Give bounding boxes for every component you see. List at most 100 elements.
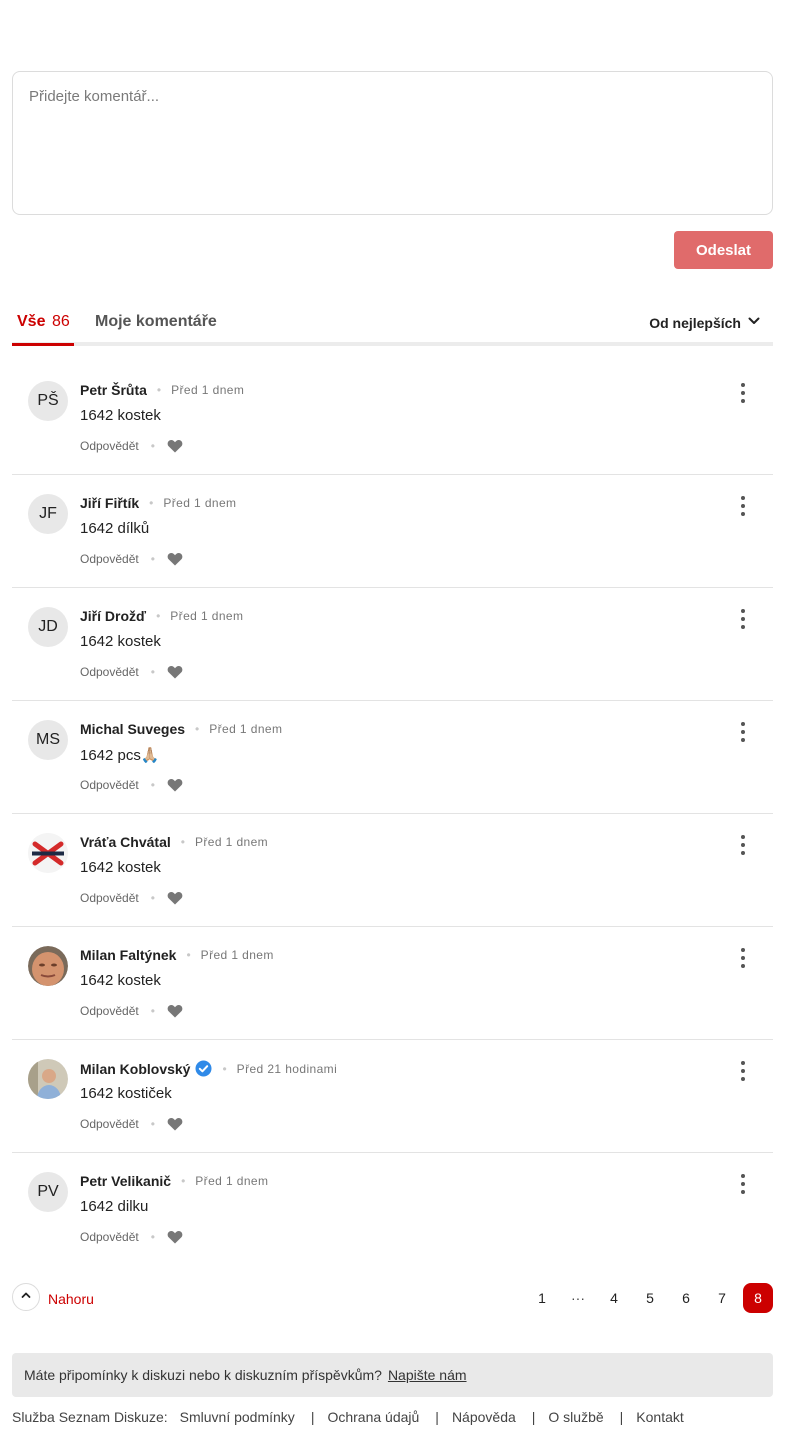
comment-time: Před 1 dnem xyxy=(209,722,283,736)
avatar-image xyxy=(28,1059,68,1099)
reply-button[interactable]: Odpovědět xyxy=(80,665,139,679)
reply-button[interactable]: Odpovědět xyxy=(80,552,139,566)
tab-my-comments[interactable]: Moje komentáře xyxy=(95,313,217,331)
reply-button[interactable]: Odpovědět xyxy=(80,891,139,905)
comment: Milan Faltýnek • Před 1 dnem 1642 kostek… xyxy=(12,927,773,1040)
page-link[interactable]: 1 xyxy=(527,1283,557,1313)
comment-author[interactable]: Michal Suveges xyxy=(80,721,185,737)
pagination: 1 ··· 4 5 6 7 8 xyxy=(521,1283,773,1313)
footer-separator: | xyxy=(531,1409,536,1425)
comment-text: 1642 dílků xyxy=(80,520,150,537)
separator-dot: • xyxy=(150,1004,155,1018)
heart-icon[interactable] xyxy=(167,665,183,679)
more-vertical-icon[interactable] xyxy=(735,1174,751,1194)
page-ellipsis: ··· xyxy=(571,1290,585,1306)
chevron-down-icon xyxy=(747,314,761,331)
separator-dot: • xyxy=(156,609,161,623)
avatar[interactable]: PŠ xyxy=(28,381,68,421)
separator-dot: • xyxy=(180,835,185,849)
comment-text: 1642 kostek xyxy=(80,972,161,989)
reply-button[interactable]: Odpovědět xyxy=(80,1117,139,1131)
more-vertical-icon[interactable] xyxy=(735,1061,751,1081)
footer-link-help[interactable]: Nápověda xyxy=(452,1409,516,1425)
chevron-up-icon xyxy=(20,1288,32,1306)
sort-label: Od nejlepších xyxy=(649,314,741,331)
avatar[interactable] xyxy=(28,1059,68,1099)
comment-time: Před 1 dnem xyxy=(163,496,237,510)
scroll-top-link[interactable]: Nahoru xyxy=(48,1291,94,1307)
comment-text: 1642 dilku xyxy=(80,1198,149,1215)
footer: Služba Seznam Diskuze: Smluvní podmínky … xyxy=(12,1409,684,1425)
page-link[interactable]: 4 xyxy=(599,1283,629,1313)
comment-author[interactable]: Petr Velikanič xyxy=(80,1173,171,1189)
feedback-link[interactable]: Napište nám xyxy=(388,1367,467,1383)
footer-link-terms[interactable]: Smluvní podmínky xyxy=(180,1409,295,1425)
separator-dot: • xyxy=(156,383,162,397)
reply-button[interactable]: Odpovědět xyxy=(80,1230,139,1244)
more-vertical-icon[interactable] xyxy=(735,835,751,855)
comment-input[interactable] xyxy=(13,72,772,214)
heart-icon[interactable] xyxy=(167,891,183,905)
more-vertical-icon[interactable] xyxy=(735,383,751,403)
sort-dropdown[interactable]: Od nejlepších xyxy=(649,314,761,331)
feedback-text: Máte připomínky k diskuzi nebo k diskuzn… xyxy=(24,1367,382,1383)
footer-link-contact[interactable]: Kontakt xyxy=(636,1409,683,1425)
heart-icon[interactable] xyxy=(167,439,183,453)
footer-link-privacy[interactable]: Ochrana údajů xyxy=(327,1409,419,1425)
comment: Vráťa Chvátal • Před 1 dnem 1642 kostek … xyxy=(12,814,773,927)
avatar[interactable] xyxy=(28,833,68,873)
tab-all[interactable]: Vše 86 xyxy=(12,300,74,346)
reply-button[interactable]: Odpovědět xyxy=(80,778,139,792)
avatar-image xyxy=(28,946,68,986)
tabs-divider xyxy=(12,342,773,346)
comment-author[interactable]: Jiří Fiřtík xyxy=(80,495,139,511)
footer-service-label: Služba Seznam Diskuze: xyxy=(12,1409,168,1425)
page-link[interactable]: 7 xyxy=(707,1283,737,1313)
comment-author[interactable]: Jiří Drožď xyxy=(80,608,146,624)
comment-author[interactable]: Milan Faltýnek xyxy=(80,947,176,963)
avatar[interactable] xyxy=(28,946,68,986)
footer-link-about[interactable]: O službě xyxy=(548,1409,603,1425)
comment-time: Před 1 dnem xyxy=(195,1174,269,1188)
more-vertical-icon[interactable] xyxy=(735,496,751,516)
tab-all-count: 86 xyxy=(52,313,70,330)
heart-icon[interactable] xyxy=(167,778,183,792)
heart-icon[interactable] xyxy=(167,552,183,566)
separator-dot: • xyxy=(186,948,191,962)
comment-composer xyxy=(12,71,773,215)
reply-button[interactable]: Odpovědět xyxy=(80,1004,139,1018)
heart-icon[interactable] xyxy=(167,1230,183,1244)
avatar[interactable]: MS xyxy=(28,720,68,760)
comment-author[interactable]: Milan Koblovský xyxy=(80,1061,190,1077)
footer-separator: | xyxy=(619,1409,624,1425)
comment-text: 1642 kostiček xyxy=(80,1085,172,1102)
heart-icon[interactable] xyxy=(167,1004,183,1018)
scroll-top-button[interactable] xyxy=(12,1283,40,1311)
page-current[interactable]: 8 xyxy=(743,1283,773,1313)
comment-author[interactable]: Petr Šrůta xyxy=(80,382,147,398)
avatar[interactable]: PV xyxy=(28,1172,68,1212)
page-link[interactable]: 5 xyxy=(635,1283,665,1313)
separator-dot: • xyxy=(150,1117,155,1131)
comment-time: Před 1 dnem xyxy=(194,835,269,849)
avatar-image xyxy=(28,833,68,873)
page-link[interactable]: 6 xyxy=(671,1283,701,1313)
more-vertical-icon[interactable] xyxy=(735,722,751,742)
avatar[interactable]: JF xyxy=(28,494,68,534)
reply-button[interactable]: Odpovědět xyxy=(80,439,139,453)
more-vertical-icon[interactable] xyxy=(735,609,751,629)
heart-icon[interactable] xyxy=(167,1117,183,1131)
separator-dot: • xyxy=(150,891,155,905)
verified-badge-icon xyxy=(195,1060,212,1077)
send-button[interactable]: Odeslat xyxy=(674,231,773,269)
comment-time: Před 1 dnem xyxy=(170,609,244,623)
separator-dot: • xyxy=(150,778,155,792)
more-vertical-icon[interactable] xyxy=(735,948,751,968)
avatar[interactable]: JD xyxy=(28,607,68,647)
separator-dot: • xyxy=(150,1230,155,1244)
comment: PV Petr Velikanič • Před 1 dnem 1642 dil… xyxy=(12,1153,773,1266)
comment-list: PŠ Petr Šrůta • Před 1 dnem 1642 kostek … xyxy=(12,362,773,1266)
comment-author[interactable]: Vráťa Chvátal xyxy=(80,834,171,850)
bottom-navigation: Nahoru 1 ··· 4 5 6 7 8 xyxy=(12,1282,773,1314)
footer-separator: | xyxy=(435,1409,439,1425)
